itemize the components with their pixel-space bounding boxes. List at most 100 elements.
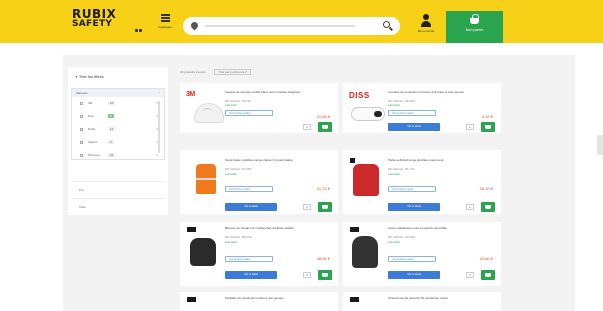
black-parka-image[interactable]: [352, 236, 378, 268]
filter-group: Marques 3M 12 × Diss 8 × Delta 14 ×: [71, 88, 165, 160]
filter-option-count: 14: [108, 127, 116, 131]
product-title[interactable]: Parka softshell rouge doublée coupe-vent: [388, 158, 488, 162]
add-to-cart-button[interactable]: [481, 202, 495, 212]
product-title[interactable]: Veste haute visibilité orange classe 3 i…: [225, 158, 325, 162]
product-title[interactable]: Pantalon de travail gris renforcé aux ge…: [225, 296, 325, 300]
catalog-button[interactable]: Catalogue: [152, 14, 178, 38]
goggles-image[interactable]: [351, 107, 385, 121]
quantity-field[interactable]: 1: [466, 124, 474, 130]
sort-bar: 32 produits trouvés Trier par pertinence…: [180, 69, 251, 76]
quantity-field[interactable]: 1: [303, 124, 311, 130]
add-to-cart-button[interactable]: [318, 202, 332, 212]
account-button[interactable]: Mon compte: [413, 14, 439, 40]
filter-option[interactable]: Kapriol 6 ×: [72, 136, 164, 149]
product-tag[interactable]: Voir la fiche produit: [225, 256, 273, 262]
checkbox[interactable]: [80, 102, 83, 105]
filter-option[interactable]: Diss 8 ×: [72, 110, 164, 123]
quantity-field[interactable]: 1: [303, 272, 311, 278]
search-input[interactable]: [183, 17, 400, 35]
brand-logo-icon: [350, 227, 359, 232]
rubix-safety-logo[interactable]: RUBIX SAFETY: [72, 7, 117, 29]
quantity-field[interactable]: 1: [466, 204, 474, 210]
black-jacket-image[interactable]: [190, 238, 216, 266]
results-count: 32 produits trouvés: [180, 70, 206, 74]
product-card: Veste matelassée noire à capuche amovibl…: [343, 222, 501, 286]
logo-line1: RUBIX: [72, 7, 117, 21]
product-tag[interactable]: Voir la fiche produit: [388, 186, 436, 192]
product-ref: Réf. fabricant : VM-2290: [388, 236, 416, 239]
checkbox[interactable]: [80, 141, 83, 144]
user-icon-body: [421, 21, 431, 27]
product-title[interactable]: Lunettes de protection incolores anti-bu…: [388, 90, 488, 94]
product-tag[interactable]: Voir la fiche produit: [225, 110, 273, 116]
product-price: 48,95 €: [316, 256, 330, 261]
product-ref: Réf. fabricant : BW-1140: [225, 236, 253, 239]
add-to-cart-button[interactable]: [318, 270, 332, 280]
stock-status: En stock: [388, 104, 400, 107]
stock-status: En stock: [388, 241, 400, 244]
filter-collapsed-size[interactable]: Taille: [71, 198, 165, 213]
sort-select[interactable]: Trier par pertinence ▾: [214, 69, 251, 75]
filter-option[interactable]: Delta 14 ×: [72, 123, 164, 136]
product-card: Veste haute visibilité orange classe 3 i…: [180, 150, 338, 214]
cart-button[interactable]: Mon panier: [446, 11, 503, 43]
filter-panel: Trier les filtres Marques 3M 12 × Diss 8…: [68, 67, 168, 215]
product-ref: Réf. fabricant : 3M-V9A: [225, 100, 251, 103]
page: RUBIX SAFETY Catalogue Mon compte Mon pa…: [0, 0, 603, 311]
filter-option-label: Kapriol: [88, 140, 98, 144]
product-price: 31,56 €: [316, 114, 330, 119]
filter-option[interactable]: Portwest 21 ×: [72, 149, 164, 162]
add-to-cart-button[interactable]: [318, 122, 332, 132]
close-icon[interactable]: ×: [156, 153, 158, 157]
product-card: Pantalon de travail gris renforcé aux ge…: [180, 292, 338, 311]
hamburger-icon: [160, 14, 170, 22]
product-card: DISS Lunettes de protection incolores an…: [343, 83, 501, 133]
filter-title[interactable]: Trier les filtres: [75, 74, 104, 79]
product-title[interactable]: Veste matelassée noire à capuche amovibl…: [388, 226, 488, 230]
filter-collapsed-price[interactable]: Prix: [71, 181, 165, 196]
stock-status: En stock: [388, 173, 400, 176]
product-ref: Réf. fabricant : HV-3310: [225, 168, 252, 171]
logo-line2: SAFETY: [72, 19, 113, 29]
product-card: Blouson de travail noir multipoches doub…: [180, 222, 338, 286]
view-detail-button[interactable]: Voir le détail: [388, 203, 440, 211]
filter-option[interactable]: 3M 12 ×: [72, 97, 164, 110]
helmet-image[interactable]: [194, 103, 224, 123]
view-detail-button[interactable]: Voir le détail: [225, 203, 277, 211]
red-jacket-image[interactable]: [353, 164, 379, 196]
basket-icon: [470, 14, 479, 24]
cart-label: Mon panier: [465, 28, 484, 32]
brand-logo-icon: [187, 227, 196, 232]
stock-status: En stock: [225, 241, 237, 244]
filter-group-header[interactable]: Marques: [72, 89, 164, 97]
view-detail-button[interactable]: Voir le détail: [388, 271, 440, 279]
add-to-cart-button[interactable]: [481, 122, 495, 132]
add-to-cart-button[interactable]: [481, 270, 495, 280]
brand-logo-icon: [350, 158, 355, 163]
quantity-field[interactable]: 1: [466, 272, 474, 278]
filter-option-count: 21: [108, 153, 116, 157]
view-detail-button[interactable]: Voir le détail: [225, 271, 277, 279]
search-icon[interactable]: [383, 21, 390, 28]
catalog-label: Catalogue: [158, 25, 172, 29]
quantity-field[interactable]: 1: [303, 204, 311, 210]
orange-jacket-image[interactable]: [196, 164, 216, 194]
brand-logo-icon: [350, 297, 359, 302]
checkbox[interactable]: [80, 115, 83, 118]
filter-scrollbar[interactable]: [158, 101, 160, 153]
side-tab-handle[interactable]: [597, 135, 603, 155]
product-title[interactable]: Chaussures de sécurité S3 montantes noir…: [388, 296, 488, 300]
checkbox[interactable]: [80, 154, 83, 157]
product-title[interactable]: Casque de sécurité ventilé blanc avec lu…: [225, 90, 325, 94]
view-detail-button[interactable]: Voir le détail: [388, 123, 440, 131]
product-price: 56,10 €: [479, 186, 493, 191]
product-tag[interactable]: Voir la fiche produit: [388, 110, 436, 116]
product-price: 52,80 €: [479, 256, 493, 261]
product-tag[interactable]: Voir la fiche produit: [225, 186, 273, 192]
filter-option-label: Diss: [88, 114, 94, 118]
more-dots-icon[interactable]: [135, 19, 145, 32]
product-title[interactable]: Blouson de travail noir multipoches doub…: [225, 226, 325, 230]
filter-option-count: 12: [108, 101, 116, 105]
product-tag[interactable]: Voir la fiche produit: [388, 256, 436, 262]
checkbox[interactable]: [80, 128, 83, 131]
